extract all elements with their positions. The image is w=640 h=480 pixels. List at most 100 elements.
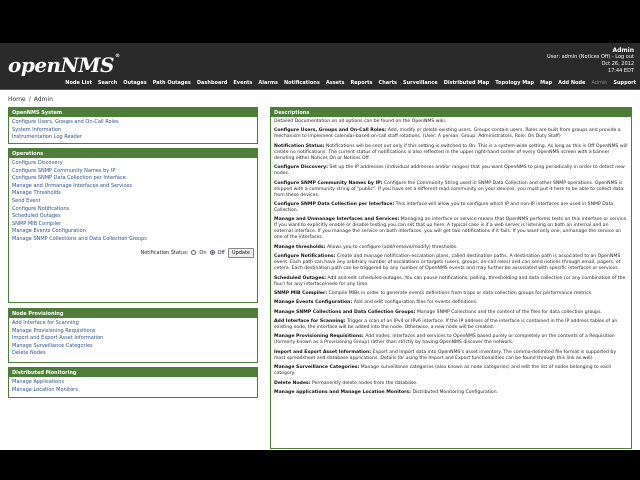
description-item: Manage Provisioning Requisitions: Add no…	[274, 334, 628, 346]
user-status-line[interactable]: User: admin (Notices Off) - Log out	[547, 54, 634, 61]
browser-page: openNMS® Admin User: admin (Notices Off)…	[0, 43, 640, 450]
nav-events[interactable]: Events	[233, 80, 252, 86]
current-time: 17:44 EDT	[607, 68, 634, 74]
notification-status-row: Notification Status: On Off Update	[9, 246, 257, 260]
link-snmp-data-collection[interactable]: Configure SNMP Data Collection per Inter…	[12, 175, 254, 183]
nav-add-node[interactable]: Add Node	[558, 80, 585, 86]
notification-on-label: On	[199, 249, 207, 256]
link-configure-notifications[interactable]: Configure Notifications	[12, 206, 254, 214]
description-text: Manage SNMP Collections and the content …	[416, 309, 602, 315]
link-snmp-mib-compiler[interactable]: SNMP MIB Compiler	[12, 221, 254, 229]
nav-alarms[interactable]: Alarms	[258, 80, 278, 86]
link-manage-snmp-collections[interactable]: Manage SNMP Collections and Data Collect…	[12, 236, 254, 244]
description-text: Permanently delete nodes from the databa…	[311, 380, 418, 386]
nav-admin[interactable]: Admin	[591, 80, 607, 86]
nav-dashboard[interactable]: Dashboard	[197, 80, 228, 86]
description-term: Configure SNMP Data Collection per Inter…	[274, 201, 395, 207]
nav-search[interactable]: Search	[98, 80, 117, 86]
nav-node-list[interactable]: Node List	[65, 80, 92, 86]
description-text: Add and edit configuration files for eve…	[353, 300, 478, 306]
description-item: Configure Discovery: Set up the IP addre…	[274, 165, 628, 177]
description-term: Delete Nodes:	[274, 380, 311, 386]
link-manage-interfaces[interactable]: Manage and Unmanage Interfaces and Servi…	[12, 183, 254, 191]
nav-charts[interactable]: Charts	[379, 80, 397, 86]
breadcrumb: Home / Admin	[8, 96, 53, 103]
link-surveillance-categories[interactable]: Manage Surveillance Categories	[12, 343, 254, 351]
description-term: Add Interface for Scanning:	[274, 319, 346, 325]
panel-title: Operations	[9, 149, 257, 158]
logo-text: openNMS	[8, 53, 114, 77]
panel-title: Descriptions	[271, 108, 631, 117]
nav-surveillance[interactable]: Surveillance	[403, 80, 438, 86]
user-name: Admin	[612, 47, 634, 54]
description-item: Notification Status: Notifications will …	[274, 144, 628, 162]
panel-title: OpenNMS System	[9, 108, 257, 117]
breadcrumb-separator: /	[28, 96, 31, 103]
description-item: Scheduled Outages: Add and edit schedule…	[274, 276, 628, 288]
description-item: Manage thresholds: Allows you to configu…	[274, 245, 628, 251]
description-term: Scheduled Outages:	[274, 275, 327, 281]
description-item: SNMP MIB Compiler: Compile MIBs in order…	[274, 291, 628, 297]
nav-map[interactable]: Map	[540, 80, 552, 86]
description-term: Configure SNMP Community Names by IP:	[274, 180, 383, 186]
link-add-interface[interactable]: Add Interface for Scanning	[12, 320, 254, 328]
nav-assets[interactable]: Assets	[326, 80, 345, 86]
link-manage-applications[interactable]: Manage Applications	[12, 379, 254, 387]
panel-title: Node Provisioning	[9, 309, 257, 318]
nav-topology-map[interactable]: Topology Map	[495, 80, 534, 86]
description-term: Configure Notifications:	[274, 254, 336, 260]
descriptions-panel: Descriptions Detailed Documentation on a…	[270, 107, 632, 449]
nav-path-outages[interactable]: Path Outages	[153, 80, 191, 86]
description-term: SNMP MIB Compiler:	[274, 290, 328, 296]
description-item: Delete Nodes: Permanently delete nodes f…	[274, 381, 628, 387]
description-term: Configure Users, Groups and On-Call Role…	[274, 128, 387, 134]
link-snmp-community[interactable]: Configure SNMP Community Names by IP	[12, 168, 254, 176]
description-term: Manage Surveillance Categories:	[274, 365, 360, 371]
logout-link[interactable]: User: admin (Notices Off) - Log out	[547, 54, 634, 60]
description-item: Configure Notifications: Create and mana…	[274, 254, 628, 272]
opennms-logo[interactable]: openNMS®	[8, 53, 120, 77]
link-manage-thresholds[interactable]: Manage Thresholds	[12, 190, 254, 198]
description-text: Add and edit scheduled outages. You can …	[274, 275, 626, 287]
panel-title: Distributed Monitoring	[9, 368, 257, 377]
description-term: Manage Provisioning Requisitions:	[274, 334, 364, 340]
notification-off-label: Off	[217, 249, 225, 256]
description-term: Notification Status:	[274, 143, 325, 149]
nav-notifications[interactable]: Notifications	[284, 80, 320, 86]
description-term: Import and Export Asset Information:	[274, 349, 372, 355]
description-item: Configure Users, Groups and On-Call Role…	[274, 128, 628, 140]
link-configure-users[interactable]: Configure Users, Groups and On-Call Role…	[12, 119, 254, 127]
descriptions-intro: Detailed Documentation on all options ca…	[274, 119, 447, 124]
link-manage-events-config[interactable]: Manage Events Configuration	[12, 228, 254, 236]
link-instrumentation-log[interactable]: Instrumentation Log Reader	[12, 134, 254, 142]
description-item: Import and Export Asset Information: Exp…	[274, 350, 628, 362]
nav-outages[interactable]: Outages	[123, 80, 147, 86]
description-item: Manage applications and Manage Location …	[274, 390, 628, 396]
node-provisioning-panel: Node Provisioning Add Interface for Scan…	[8, 308, 258, 363]
nav-reports[interactable]: Reports	[350, 80, 372, 86]
breadcrumb-home[interactable]: Home	[8, 96, 26, 103]
link-manage-location-monitors[interactable]: Manage Location Monitors	[12, 387, 254, 395]
description-term: Manage thresholds:	[274, 244, 326, 250]
nav-support[interactable]: Support	[613, 80, 636, 86]
description-item: Configure SNMP Data Collection per Inter…	[274, 202, 628, 214]
notification-on-radio[interactable]	[191, 250, 197, 256]
link-manage-requisitions[interactable]: Manage Provisioning Requisitions	[12, 328, 254, 336]
update-button[interactable]: Update	[227, 247, 254, 258]
description-text: Notifications will be sent out only if t…	[274, 143, 628, 161]
notification-status-label: Notification Status:	[140, 249, 189, 256]
main-nav: Node List Search Outages Path Outages Da…	[59, 80, 636, 86]
user-box: Admin User: admin (Notices Off) - Log ou…	[547, 47, 634, 75]
link-system-information[interactable]: System Information	[12, 127, 254, 135]
notification-off-radio[interactable]	[209, 250, 215, 256]
link-scheduled-outages[interactable]: Scheduled Outages	[12, 213, 254, 221]
link-import-export-assets[interactable]: Import and Export Asset Information	[12, 335, 254, 343]
link-configure-discovery[interactable]: Configure Discovery	[12, 160, 254, 168]
video-frame: openNMS® Admin User: admin (Notices Off)…	[0, 0, 640, 480]
link-delete-nodes[interactable]: Delete Nodes	[12, 350, 254, 358]
nav-distributed-map[interactable]: Distributed Map	[444, 80, 490, 86]
operations-panel: Operations Configure Discovery Configure…	[8, 148, 258, 303]
link-send-event[interactable]: Send Event	[12, 198, 254, 206]
description-item: Manage and Unmanage Interfaces and Servi…	[274, 217, 628, 241]
header: openNMS® Admin User: admin (Notices Off)…	[0, 43, 640, 90]
